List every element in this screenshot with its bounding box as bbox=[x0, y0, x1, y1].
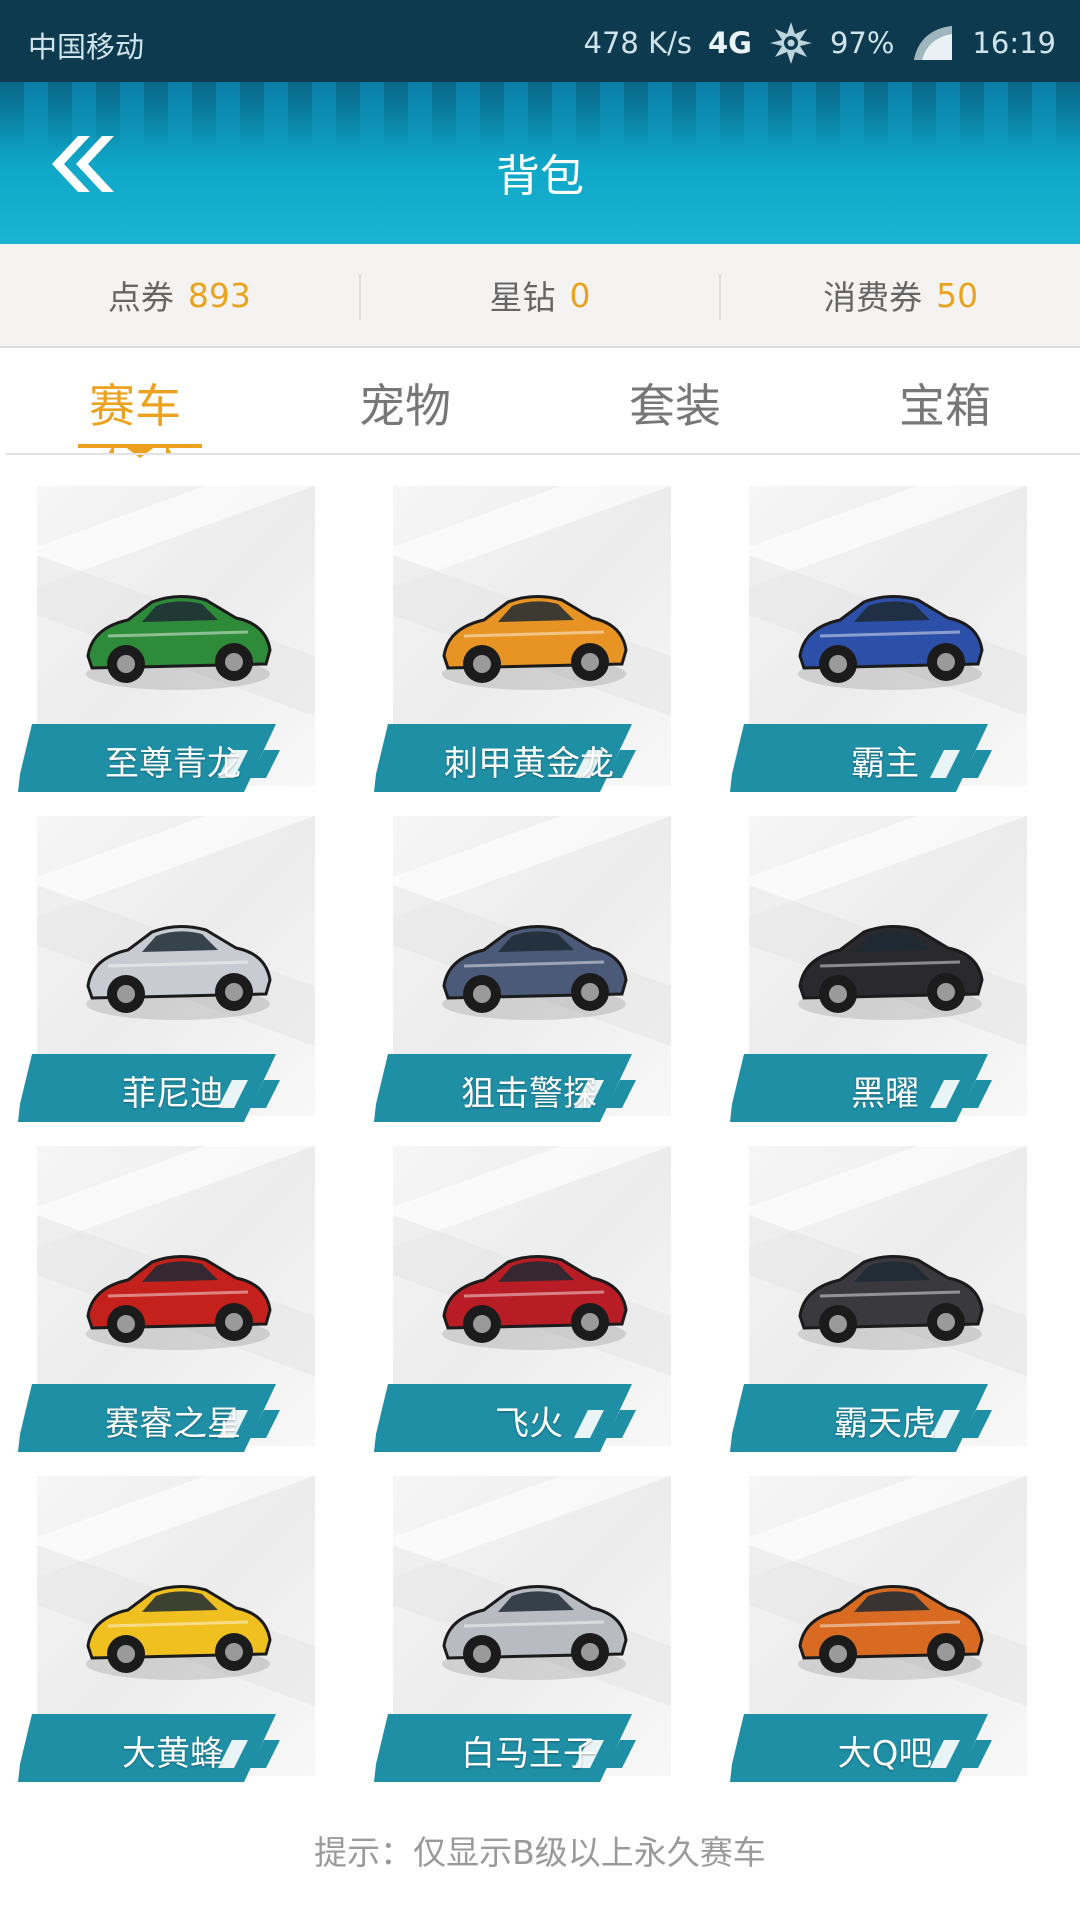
category-tabs: 赛车 宠物 套装 宝箱 bbox=[0, 348, 1080, 458]
car-name: 黑曜 bbox=[851, 1074, 919, 1114]
currency-vouchers: 消费券 50 bbox=[721, 244, 1080, 346]
car-image-icon bbox=[442, 595, 628, 690]
car-name: 菲尼迪 bbox=[122, 1074, 224, 1114]
car-name-banner: 霸主 bbox=[730, 724, 1000, 792]
tab-indicator-icon bbox=[78, 444, 202, 458]
tab-label: 套装 bbox=[629, 379, 721, 433]
car-card[interactable]: 白马王子 bbox=[374, 1476, 676, 1782]
car-image-icon bbox=[798, 1585, 984, 1680]
clock: 16:19 bbox=[972, 26, 1056, 60]
network-type: 4G bbox=[707, 26, 752, 60]
car-image-icon bbox=[798, 925, 984, 1020]
car-name-banner: 狙击警探 bbox=[374, 1054, 644, 1122]
page-title: 背包 bbox=[496, 151, 584, 202]
car-name: 霸天虎 bbox=[834, 1404, 936, 1444]
status-bar: 中国移动 478 K/s 4G 97% 16:19 bbox=[0, 0, 1080, 82]
car-card[interactable]: 霸主 bbox=[730, 486, 1032, 792]
car-image-icon bbox=[442, 1255, 628, 1350]
car-card[interactable]: 赛睿之星 bbox=[18, 1146, 320, 1452]
signal-icon bbox=[914, 26, 953, 60]
tab-pets[interactable]: 宠物 bbox=[270, 348, 540, 454]
car-name: 大Q吧 bbox=[837, 1734, 933, 1774]
currency-label: 点券 bbox=[107, 278, 174, 317]
car-card[interactable]: 至尊青龙 bbox=[18, 486, 320, 792]
battery-level: 97% bbox=[829, 26, 895, 60]
car-card[interactable]: 大Q吧 bbox=[730, 1476, 1032, 1782]
car-name-banner: 飞火 bbox=[374, 1384, 644, 1452]
car-image-icon bbox=[442, 925, 628, 1020]
app-header: 背包 bbox=[0, 82, 1080, 244]
currency-coupons: 点券 893 bbox=[0, 244, 359, 346]
car-name: 狙击警探 bbox=[461, 1074, 597, 1114]
status-icons: 478 K/s 4G 97% 16:19 bbox=[583, 20, 1056, 66]
tab-label: 宠物 bbox=[359, 379, 451, 433]
car-image-icon bbox=[798, 1255, 984, 1350]
car-image-icon bbox=[86, 925, 272, 1020]
tab-label: 赛车 bbox=[89, 379, 181, 433]
car-name: 至尊青龙 bbox=[105, 744, 241, 784]
car-card[interactable]: 狙击警探 bbox=[374, 816, 676, 1122]
car-name-banner: 霸天虎 bbox=[730, 1384, 1000, 1452]
car-name-banner: 黑曜 bbox=[730, 1054, 1000, 1122]
car-name: 霸主 bbox=[851, 744, 919, 784]
car-card[interactable]: 菲尼迪 bbox=[18, 816, 320, 1122]
car-name: 赛睿之星 bbox=[105, 1404, 241, 1444]
car-card[interactable]: 黑曜 bbox=[730, 816, 1032, 1122]
car-card[interactable]: 霸天虎 bbox=[730, 1146, 1032, 1452]
car-name-banner: 大Q吧 bbox=[730, 1714, 1000, 1782]
currency-value: 893 bbox=[187, 275, 251, 315]
car-name-banner: 菲尼迪 bbox=[18, 1054, 288, 1122]
car-image-icon bbox=[86, 1255, 272, 1350]
currency-value: 50 bbox=[936, 275, 979, 315]
tab-label: 宝箱 bbox=[899, 379, 991, 433]
car-name-banner: 至尊青龙 bbox=[18, 724, 288, 792]
tabs-divider bbox=[6, 453, 1080, 455]
game-assistant-icon bbox=[769, 22, 812, 64]
car-card[interactable]: 飞火 bbox=[374, 1146, 676, 1452]
car-name-banner: 刺甲黄金龙 bbox=[374, 724, 644, 792]
car-image-icon bbox=[86, 1585, 272, 1680]
car-name-banner: 白马王子 bbox=[374, 1714, 644, 1782]
car-image-icon bbox=[798, 595, 984, 690]
network-speed: 478 K/s bbox=[583, 26, 692, 60]
car-image-icon bbox=[442, 1585, 628, 1680]
tab-outfits[interactable]: 套装 bbox=[540, 348, 810, 454]
car-card[interactable]: 刺甲黄金龙 bbox=[374, 486, 676, 792]
car-name: 飞火 bbox=[495, 1404, 563, 1444]
car-name-banner: 赛睿之星 bbox=[18, 1384, 288, 1452]
carrier-name: 中国移动 bbox=[28, 30, 145, 64]
currency-bar: 点券 893 星钻 0 消费券 50 bbox=[0, 244, 1080, 348]
currency-label: 消费券 bbox=[823, 278, 923, 317]
hint-text: 提示：仅显示B级以上永久赛车 bbox=[314, 1833, 766, 1872]
car-name-banner: 大黄蜂 bbox=[18, 1714, 288, 1782]
currency-label: 星钻 bbox=[489, 278, 556, 317]
currency-value: 0 bbox=[569, 275, 591, 315]
car-name: 大黄蜂 bbox=[122, 1734, 224, 1774]
tab-chests[interactable]: 宝箱 bbox=[810, 348, 1080, 454]
car-name: 刺甲黄金龙 bbox=[444, 744, 614, 784]
currency-diamonds: 星钻 0 bbox=[361, 244, 720, 346]
car-card[interactable]: 大黄蜂 bbox=[18, 1476, 320, 1782]
tab-cars[interactable]: 赛车 bbox=[0, 348, 270, 458]
car-image-icon bbox=[86, 595, 272, 690]
car-name: 白马王子 bbox=[461, 1734, 597, 1774]
